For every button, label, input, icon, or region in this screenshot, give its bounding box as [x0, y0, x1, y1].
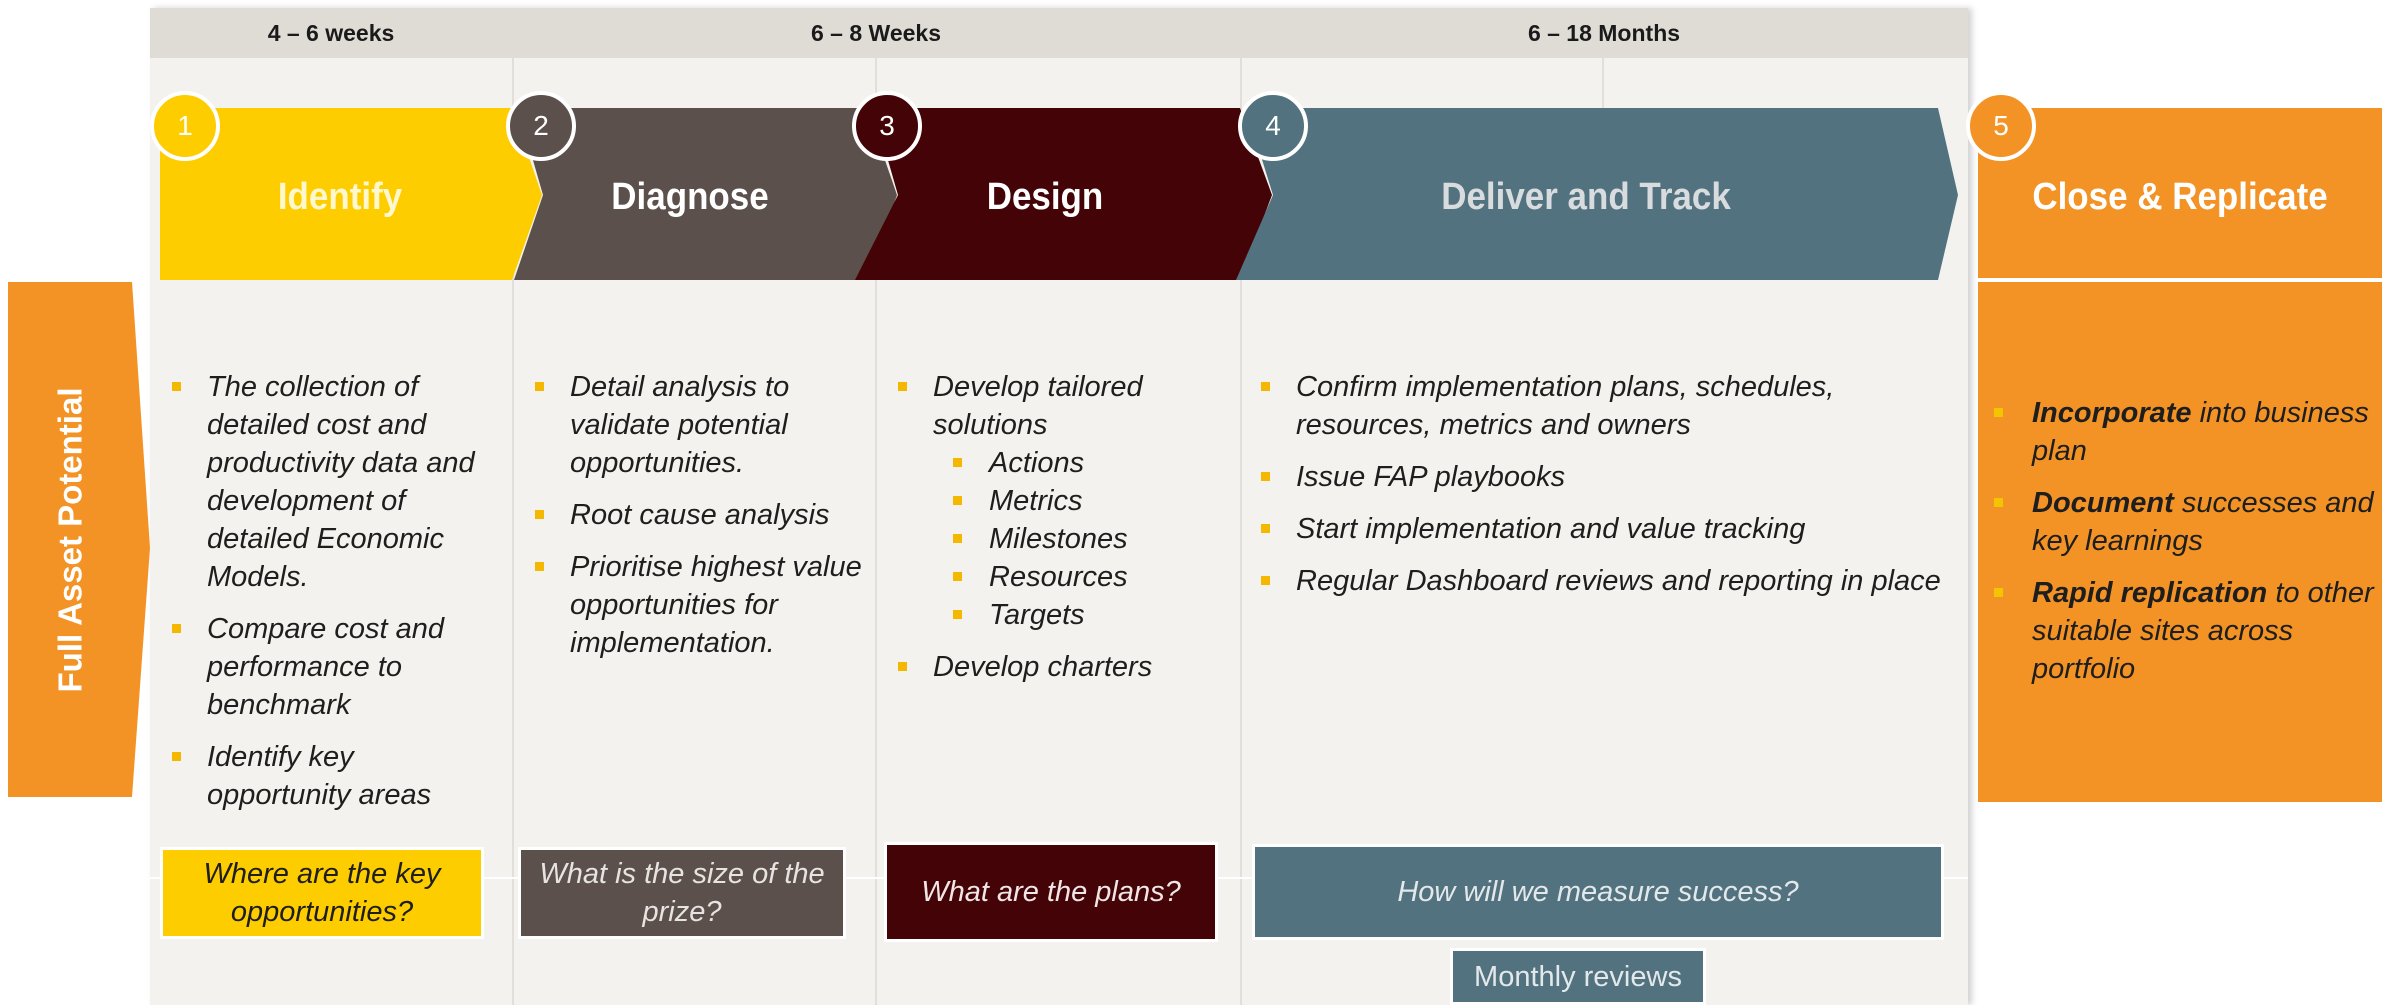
bullet-emphasis: Incorporate	[2032, 397, 2192, 429]
sub-bullet-item: Milestones	[933, 520, 1231, 558]
bullet-emphasis: Rapid replication	[2032, 577, 2268, 609]
question-diagnose: What is the size of the prize?	[518, 847, 846, 939]
bullet-item: Identify key opportunity areas	[170, 738, 500, 814]
bullet-item: Start implementation and value tracking	[1259, 510, 1959, 548]
identify-bullets: The collection of detailed cost and prod…	[170, 368, 500, 828]
bullet-item: Compare cost and performance to benchmar…	[170, 610, 500, 724]
bullet-item: Confirm implementation plans, schedules,…	[1259, 368, 1959, 444]
note-monthly-reviews: Monthly reviews	[1450, 948, 1706, 1005]
question-identify: Where are the key opportunities?	[160, 847, 484, 939]
bullet-text: Develop tailored solutions	[933, 371, 1143, 441]
deliver-bullets: Confirm implementation plans, schedules,…	[1259, 368, 1959, 614]
phase-title-deliver: Deliver and Track	[1441, 176, 1731, 218]
bullet-item: Root cause analysis	[533, 496, 868, 534]
bullet-item: Incorporate into business plan	[1990, 394, 2380, 470]
bullet-item: Prioritise highest value opportunities f…	[533, 548, 868, 662]
diagnose-bullets: Detail analysis to validate potential op…	[533, 368, 868, 676]
sub-bullet-item: Actions	[933, 444, 1231, 482]
bullet-item: Develop charters	[896, 648, 1231, 686]
phase-title-design: Design	[986, 176, 1104, 218]
question-deliver: How will we measure success?	[1252, 844, 1944, 940]
step-number-badge: 3	[852, 91, 922, 161]
bullet-item: Develop tailored solutions Actions Metri…	[896, 368, 1231, 634]
bullet-item: Document successes and key learnings	[1990, 484, 2380, 560]
phase-title-close: Close & Replicate	[2032, 176, 2328, 218]
sub-bullet-item: Metrics	[933, 482, 1231, 520]
step-number-badge: 5	[1966, 91, 2036, 161]
bullet-item: Rapid replication to other suitable site…	[1990, 574, 2380, 688]
step-number-badge: 2	[506, 91, 576, 161]
sub-bullet-item: Targets	[933, 596, 1231, 634]
phase-title-diagnose: Diagnose	[611, 176, 769, 218]
side-label-arrow	[132, 282, 150, 797]
question-design: What are the plans?	[884, 842, 1218, 942]
bullet-item: Regular Dashboard reviews and reporting …	[1259, 562, 1959, 600]
close-bullets: Incorporate into business plan Document …	[1990, 394, 2380, 702]
sub-bullet-item: Resources	[933, 558, 1231, 596]
bullet-item: The collection of detailed cost and prod…	[170, 368, 500, 596]
step-number-badge: 1	[150, 91, 220, 161]
bullet-item: Detail analysis to validate potential op…	[533, 368, 868, 482]
side-label-text: Full Asset Potential	[51, 387, 88, 692]
bullet-item: Issue FAP playbooks	[1259, 458, 1959, 496]
step-number-badge: 4	[1238, 91, 1308, 161]
phase-title-identify: Identify	[277, 176, 403, 218]
side-label: Full Asset Potential	[8, 282, 132, 797]
design-bullets: Develop tailored solutions Actions Metri…	[896, 368, 1231, 700]
bullet-emphasis: Document	[2032, 487, 2174, 519]
